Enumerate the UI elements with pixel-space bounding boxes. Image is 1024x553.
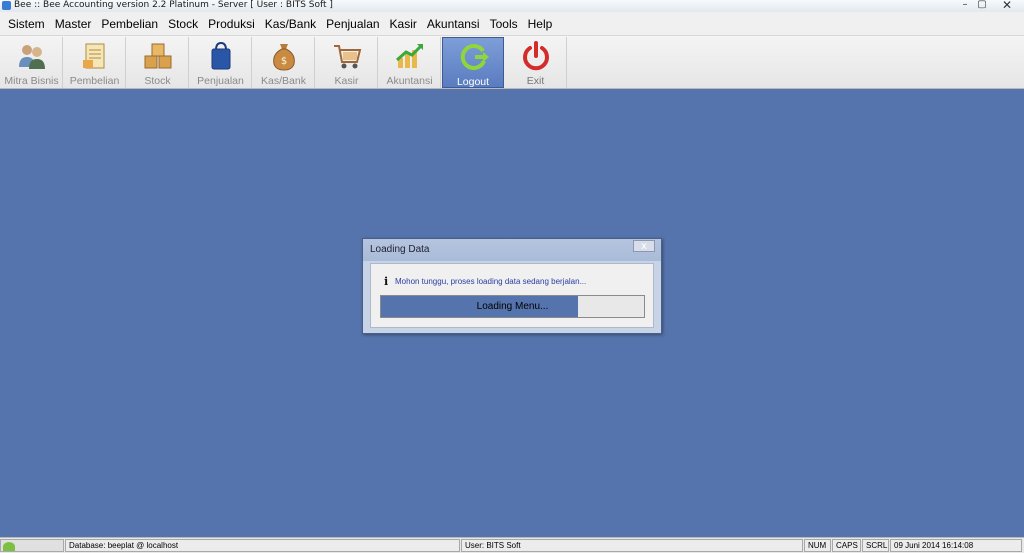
toolbar-penjualan-button[interactable]: Penjualan: [190, 37, 252, 88]
menu-help[interactable]: Help: [523, 12, 558, 36]
status-scrl: SCRL: [862, 539, 889, 552]
toolbar-kas-bank-button[interactable]: $ Kas/Bank: [253, 37, 315, 88]
status-database: Database: beeplat @ localhost: [65, 539, 460, 552]
status-logo: [0, 539, 64, 552]
toolbar-label: Exit: [526, 75, 545, 87]
dialog-header[interactable]: Loading Data x: [363, 239, 661, 261]
menu-akuntansi[interactable]: Akuntansi: [422, 12, 485, 36]
toolbar-label: Pembelian: [69, 75, 120, 87]
status-num: NUM: [804, 539, 831, 552]
menu-kas-bank[interactable]: Kas/Bank: [260, 12, 321, 36]
title-bar: Bee :: Bee Accounting version 2.2 Platin…: [0, 0, 1024, 12]
dialog-close-button[interactable]: x: [633, 240, 655, 252]
menu-bar: Sistem Master Pembelian Stock Produksi K…: [0, 12, 1024, 36]
maximize-button[interactable]: ▢: [972, 0, 992, 11]
power-icon: [523, 41, 549, 71]
menu-penjualan[interactable]: Penjualan: [321, 12, 384, 36]
chart-up-icon: [396, 43, 424, 68]
dialog-title: Loading Data: [370, 244, 430, 255]
toolbar-stock-button[interactable]: Stock: [127, 37, 189, 88]
toolbar-label: Stock: [144, 75, 171, 87]
menu-tools[interactable]: Tools: [485, 12, 523, 36]
toolbar-kasir-button[interactable]: Kasir: [316, 37, 378, 88]
status-bar: Database: beeplat @ localhost User: BITS…: [0, 537, 1024, 553]
toolbar-label: Logout: [456, 76, 490, 88]
menu-kasir[interactable]: Kasir: [385, 12, 422, 36]
close-button[interactable]: ✕: [996, 0, 1018, 11]
menu-produksi[interactable]: Produksi: [203, 12, 260, 36]
menu-master[interactable]: Master: [50, 12, 97, 36]
toolbar-mitra-bisnis-button[interactable]: Mitra Bisnis: [1, 37, 63, 88]
toolbar-logout-button[interactable]: Logout: [442, 37, 504, 88]
info-icon: i: [384, 275, 389, 288]
boxes-icon: [144, 43, 172, 69]
shopping-bag-icon: [211, 41, 231, 70]
partners-icon: [19, 45, 45, 69]
toolbar-exit-button[interactable]: Exit: [505, 37, 567, 88]
toolbar-akuntansi-button[interactable]: Akuntansi: [379, 37, 441, 88]
progress-bar: Loading Menu...: [380, 295, 645, 318]
toolbar: Mitra Bisnis Pembelian Stock Penjualan $…: [0, 36, 1024, 89]
loading-dialog: Loading Data x i Mohon tunggu, proses lo…: [362, 238, 662, 334]
bee-logo-icon: [3, 542, 15, 551]
dialog-message: Mohon tunggu, proses loading data sedang…: [395, 277, 587, 286]
toolbar-label: Kasir: [334, 75, 359, 87]
menu-stock[interactable]: Stock: [163, 12, 203, 36]
menu-pembelian[interactable]: Pembelian: [96, 12, 163, 36]
purchase-icon: [83, 43, 105, 69]
status-user: User: BITS Soft: [461, 539, 803, 552]
status-datetime: 09 Juni 2014 16:14:08: [890, 539, 1022, 552]
toolbar-label: Mitra Bisnis: [4, 75, 59, 87]
dialog-body: i Mohon tunggu, proses loading data seda…: [370, 263, 654, 328]
app-icon: [2, 1, 11, 10]
cart-icon: [334, 45, 362, 69]
toolbar-pembelian-button[interactable]: Pembelian: [64, 37, 126, 88]
toolbar-label: Akuntansi: [386, 75, 433, 87]
toolbar-label: Penjualan: [197, 75, 244, 87]
toolbar-label: Kas/Bank: [261, 75, 306, 87]
logout-icon: [460, 43, 489, 70]
money-bag-icon: $: [273, 44, 295, 71]
svg-text:$: $: [281, 56, 287, 67]
progress-text: Loading Menu...: [476, 301, 549, 312]
menu-sistem[interactable]: Sistem: [3, 12, 50, 36]
window-title: Bee :: Bee Accounting version 2.2 Platin…: [14, 0, 333, 10]
status-caps: CAPS: [832, 539, 861, 552]
